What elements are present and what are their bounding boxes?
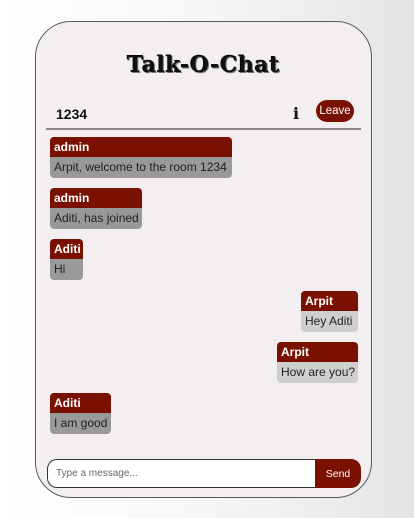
message-text: Hi <box>50 259 83 280</box>
message-bubble: Arpit How are you? <box>277 342 358 383</box>
header-divider <box>46 128 361 130</box>
message-text: Hey Aditi <box>301 311 358 332</box>
message-bubble: Arpit Hey Aditi <box>301 291 358 332</box>
message-sender: Aditi <box>50 239 83 259</box>
message-sender: Aditi <box>50 393 111 413</box>
message-bubble: admin Aditi, has joined <box>50 188 142 229</box>
message-sender: Arpit <box>301 291 358 311</box>
message-sender: admin <box>50 188 142 208</box>
message-input[interactable] <box>47 459 317 488</box>
message-bubble: admin Arpit, welcome to the room 1234 <box>50 137 232 178</box>
leave-button[interactable]: Leave <box>316 100 354 122</box>
message-composer: Send <box>47 459 361 488</box>
message-sender: Arpit <box>277 342 358 362</box>
chat-card: Talk-O-Chat 1234 i Leave admin Arpit, we… <box>35 21 372 498</box>
info-icon[interactable]: i <box>290 104 302 123</box>
room-header: 1234 i Leave <box>54 100 354 130</box>
room-name: 1234 <box>56 106 88 122</box>
app-title: Talk-O-Chat <box>127 52 280 78</box>
message-text: How are you? <box>277 362 358 383</box>
message-text: Aditi, has joined <box>50 208 142 229</box>
message-text: Arpit, welcome to the room 1234 <box>50 157 232 178</box>
message-sender: admin <box>50 137 232 157</box>
message-bubble: Aditi Hi <box>50 239 83 280</box>
send-button[interactable]: Send <box>315 459 361 488</box>
message-bubble: Aditi I am good <box>50 393 111 434</box>
message-text: I am good <box>50 413 111 434</box>
